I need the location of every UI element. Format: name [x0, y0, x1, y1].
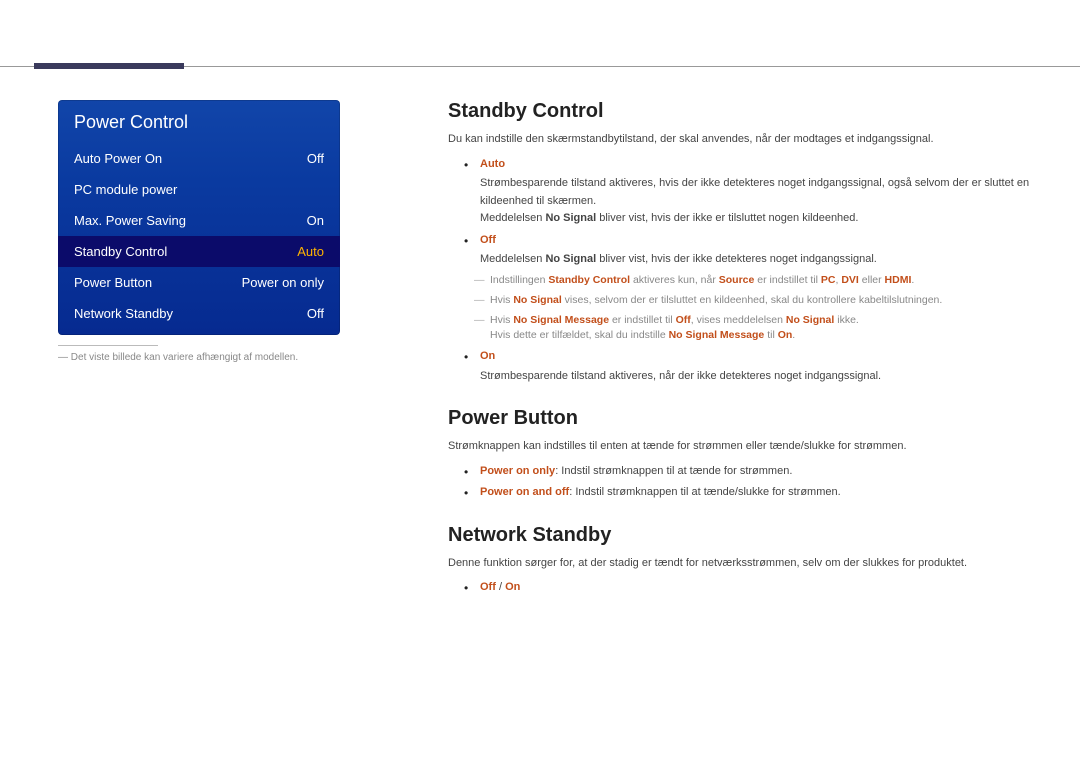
option-auto-label: Auto	[480, 156, 1040, 174]
option-on-desc: Strømbesparende tilstand aktiveres, når …	[480, 370, 881, 382]
power-button-options: Power on only: Indstil strømknappen til …	[448, 463, 1040, 502]
menu-item-pc-module-power[interactable]: PC module power	[58, 174, 340, 205]
menu-panel: Power Control Auto Power On Off PC modul…	[58, 100, 340, 335]
menu-item-network-standby[interactable]: Network Standby Off	[58, 298, 340, 335]
standby-control-section: Standby Control Du kan indstille den skæ…	[448, 100, 1040, 385]
menu-item-auto-power-on[interactable]: Auto Power On Off	[58, 143, 340, 174]
network-standby-section: Network Standby Denne funktion sørger fo…	[448, 524, 1040, 597]
power-button-section: Power Button Strømknappen kan indstilles…	[448, 407, 1040, 502]
option-power-on-and-off: Power on and off: Indstil strømknappen t…	[470, 484, 1040, 502]
page-body: Power Control Auto Power On Off PC modul…	[0, 0, 1080, 619]
menu-item-label: PC module power	[74, 182, 177, 197]
menu-item-label: Auto Power On	[74, 151, 162, 166]
menu-item-power-button[interactable]: Power Button Power on only	[58, 267, 340, 298]
right-column: Standby Control Du kan indstille den skæ…	[448, 100, 1050, 619]
menu-item-label: Max. Power Saving	[74, 213, 186, 228]
option-off-on: Off / On	[470, 579, 1040, 597]
menu-item-value: Off	[307, 306, 324, 321]
power-button-intro: Strømknappen kan indstilles til enten at…	[448, 438, 1040, 455]
standby-control-options: Auto Strømbesparende tilstand aktiveres,…	[448, 156, 1040, 386]
option-off-note-1: Indstillingen Standby Control aktiveres …	[480, 273, 1040, 289]
option-on-label: On	[480, 348, 1040, 366]
option-on: On Strømbesparende tilstand aktiveres, n…	[470, 348, 1040, 385]
option-off-desc: Meddelelsen No Signal bliver vist, hvis …	[480, 253, 877, 265]
heading-network-standby: Network Standby	[448, 524, 1040, 547]
option-auto-desc: Strømbesparende tilstand aktiveres, hvis…	[480, 177, 1029, 207]
network-standby-intro: Denne funktion sørger for, at der stadig…	[448, 555, 1040, 572]
menu-item-label: Standby Control	[74, 244, 167, 259]
heading-power-button: Power Button	[448, 407, 1040, 430]
menu-item-value: Off	[307, 151, 324, 166]
menu-item-label: Network Standby	[74, 306, 173, 321]
menu-item-label: Power Button	[74, 275, 152, 290]
heading-standby-control: Standby Control	[448, 100, 1040, 123]
option-power-on-only: Power on only: Indstil strømknappen til …	[470, 463, 1040, 481]
option-off-note-2: Hvis No Signal vises, selvom der er tils…	[480, 293, 1040, 309]
standby-control-intro: Du kan indstille den skærmstandbytilstan…	[448, 131, 1040, 148]
option-auto: Auto Strømbesparende tilstand aktiveres,…	[470, 156, 1040, 228]
menu-item-value: Power on only	[242, 275, 324, 290]
top-rule	[0, 66, 1080, 67]
menu-item-standby-control[interactable]: Standby Control Auto	[58, 236, 340, 267]
option-off-label: Off	[480, 232, 1040, 250]
option-off-note-3: Hvis No Signal Message er indstillet til…	[480, 313, 1040, 345]
image-caption: Det viste billede kan variere afhængigt …	[58, 346, 358, 363]
menu-item-value: On	[307, 213, 324, 228]
menu-item-value: Auto	[297, 244, 324, 259]
option-off: Off Meddelelsen No Signal bliver vist, h…	[470, 232, 1040, 344]
option-auto-desc2: Meddelelsen No Signal bliver vist, hvis …	[480, 212, 858, 224]
menu-title: Power Control	[58, 100, 340, 143]
menu-item-max-power-saving[interactable]: Max. Power Saving On	[58, 205, 340, 236]
left-column: Power Control Auto Power On Off PC modul…	[58, 100, 358, 619]
network-standby-options: Off / On	[448, 579, 1040, 597]
